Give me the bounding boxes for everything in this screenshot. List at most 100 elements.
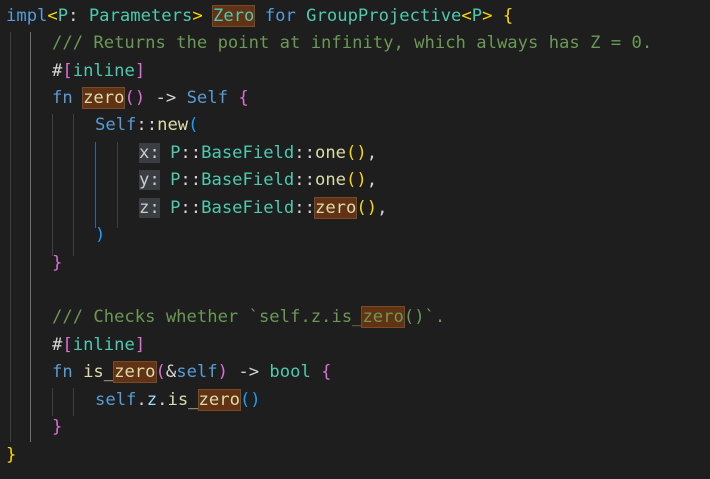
comma: , <box>366 170 378 190</box>
comma: , <box>366 143 378 163</box>
return-arrow: -> <box>228 362 270 382</box>
code-line-4[interactable]: fn zero() -> Self { <box>52 85 249 112</box>
colon: : <box>68 6 89 26</box>
function-name: is_ <box>83 362 115 382</box>
code-line-6[interactable]: x: P::BaseField::one(), <box>139 140 377 167</box>
path-separator: :: <box>294 170 315 190</box>
impl-target-type: GroupProjective <box>306 6 462 26</box>
code-editor[interactable]: impl<P: Parameters> Zero for GroupProjec… <box>0 0 710 479</box>
angle-bracket: < <box>47 6 58 26</box>
close-brace: } <box>52 417 63 437</box>
code-line-9[interactable]: ) <box>95 222 105 249</box>
inlay-hint-x: x: <box>139 143 160 163</box>
comma: , <box>377 198 388 218</box>
function-name-highlighted: zero <box>82 87 126 109</box>
parens: () <box>356 198 378 218</box>
path-separator: :: <box>180 198 202 218</box>
close-brace: } <box>6 445 17 465</box>
keyword-for: for <box>254 6 307 26</box>
method-call-highlighted: zero <box>197 389 241 411</box>
code-line-16[interactable]: } <box>52 414 62 441</box>
indent-guide-active <box>30 32 31 442</box>
path-separator: :: <box>294 198 315 218</box>
close-brace: } <box>52 253 63 273</box>
return-arrow: -> <box>145 88 187 108</box>
open-brace: { <box>321 362 332 382</box>
trait-bound: Parameters <box>88 6 193 26</box>
attribute-inline: inline <box>72 335 135 355</box>
parens: () <box>239 390 261 410</box>
path-separator: :: <box>294 143 315 163</box>
function-call-zero-highlighted: zero <box>313 197 358 219</box>
inlay-hint-z: z: <box>139 198 160 218</box>
open-brace: { <box>238 88 249 108</box>
generic-param: P <box>170 143 181 163</box>
function-name-highlighted: zero <box>113 361 157 383</box>
indent-guide <box>73 388 74 416</box>
self-type: Self <box>95 115 137 135</box>
self-receiver: self <box>95 390 137 410</box>
open-paren: ( <box>155 362 166 382</box>
function-call-new: new <box>157 115 189 135</box>
doc-comment: ()`. <box>403 307 446 327</box>
indent-guide <box>117 142 118 228</box>
ampersand: & <box>165 362 177 382</box>
doc-comment: /// Checks whether `self.z.is_ <box>52 307 363 327</box>
parens: () <box>346 170 367 190</box>
close-paren: ) <box>217 362 228 382</box>
angle-bracket: > <box>192 6 214 26</box>
doc-comment: /// Returns the point at infinity, which… <box>52 33 653 53</box>
indent-guide <box>52 388 53 416</box>
return-type: bool <box>269 362 311 382</box>
angle-bracket: < <box>461 6 472 26</box>
parens: () <box>346 143 367 163</box>
path-separator: :: <box>180 170 202 190</box>
method-call: is_ <box>167 390 199 410</box>
indent-guide <box>52 114 53 256</box>
indent-guide-bracket <box>95 142 96 228</box>
associated-type: BaseField <box>201 198 295 218</box>
code-line-2[interactable]: /// Returns the point at infinity, which… <box>52 30 652 57</box>
close-paren: ) <box>95 225 106 245</box>
generic-param: P <box>170 198 181 218</box>
inlay-hint-y: y: <box>139 170 160 190</box>
indent-guide <box>10 32 11 442</box>
code-line-5[interactable]: Self::new( <box>95 112 199 139</box>
field-z: z <box>146 390 158 410</box>
generic-param: P <box>471 6 483 26</box>
angle-bracket: > <box>482 6 493 26</box>
code-line-17[interactable]: } <box>6 442 16 469</box>
code-line-3[interactable]: #[inline] <box>52 58 145 85</box>
indent-guide <box>73 114 74 256</box>
code-line-1[interactable]: impl<P: Parameters> Zero for GroupProjec… <box>6 3 513 30</box>
attribute-bracket: [ <box>62 61 73 81</box>
parens: () <box>124 88 146 108</box>
generic-param: P <box>170 170 181 190</box>
function-call-one: one <box>314 143 347 163</box>
code-line-12[interactable]: /// Checks whether `self.z.is_zero()`. <box>52 304 445 331</box>
code-line-7[interactable]: y: P::BaseField::one(), <box>139 167 377 194</box>
generic-param: P <box>57 6 69 26</box>
trait-name-highlighted: Zero <box>212 5 256 27</box>
code-line-8[interactable]: z: P::BaseField::zero(), <box>139 195 387 222</box>
keyword-fn: fn <box>52 362 73 382</box>
attribute-bracket: [ <box>62 335 73 355</box>
dot: . <box>157 390 168 410</box>
code-line-13[interactable]: #[inline] <box>52 332 145 359</box>
attribute-inline: inline <box>72 61 135 81</box>
code-line-10[interactable]: } <box>52 250 62 277</box>
open-paren: ( <box>188 115 199 135</box>
path-separator: :: <box>180 143 202 163</box>
code-line-14[interactable]: fn is_zero(&self) -> bool { <box>52 359 332 386</box>
doc-comment-highlighted-word: zero <box>361 306 405 328</box>
function-call-one: one <box>314 170 347 190</box>
attribute-hash: # <box>52 61 63 81</box>
code-line-15[interactable]: self.z.is_zero() <box>95 387 261 414</box>
